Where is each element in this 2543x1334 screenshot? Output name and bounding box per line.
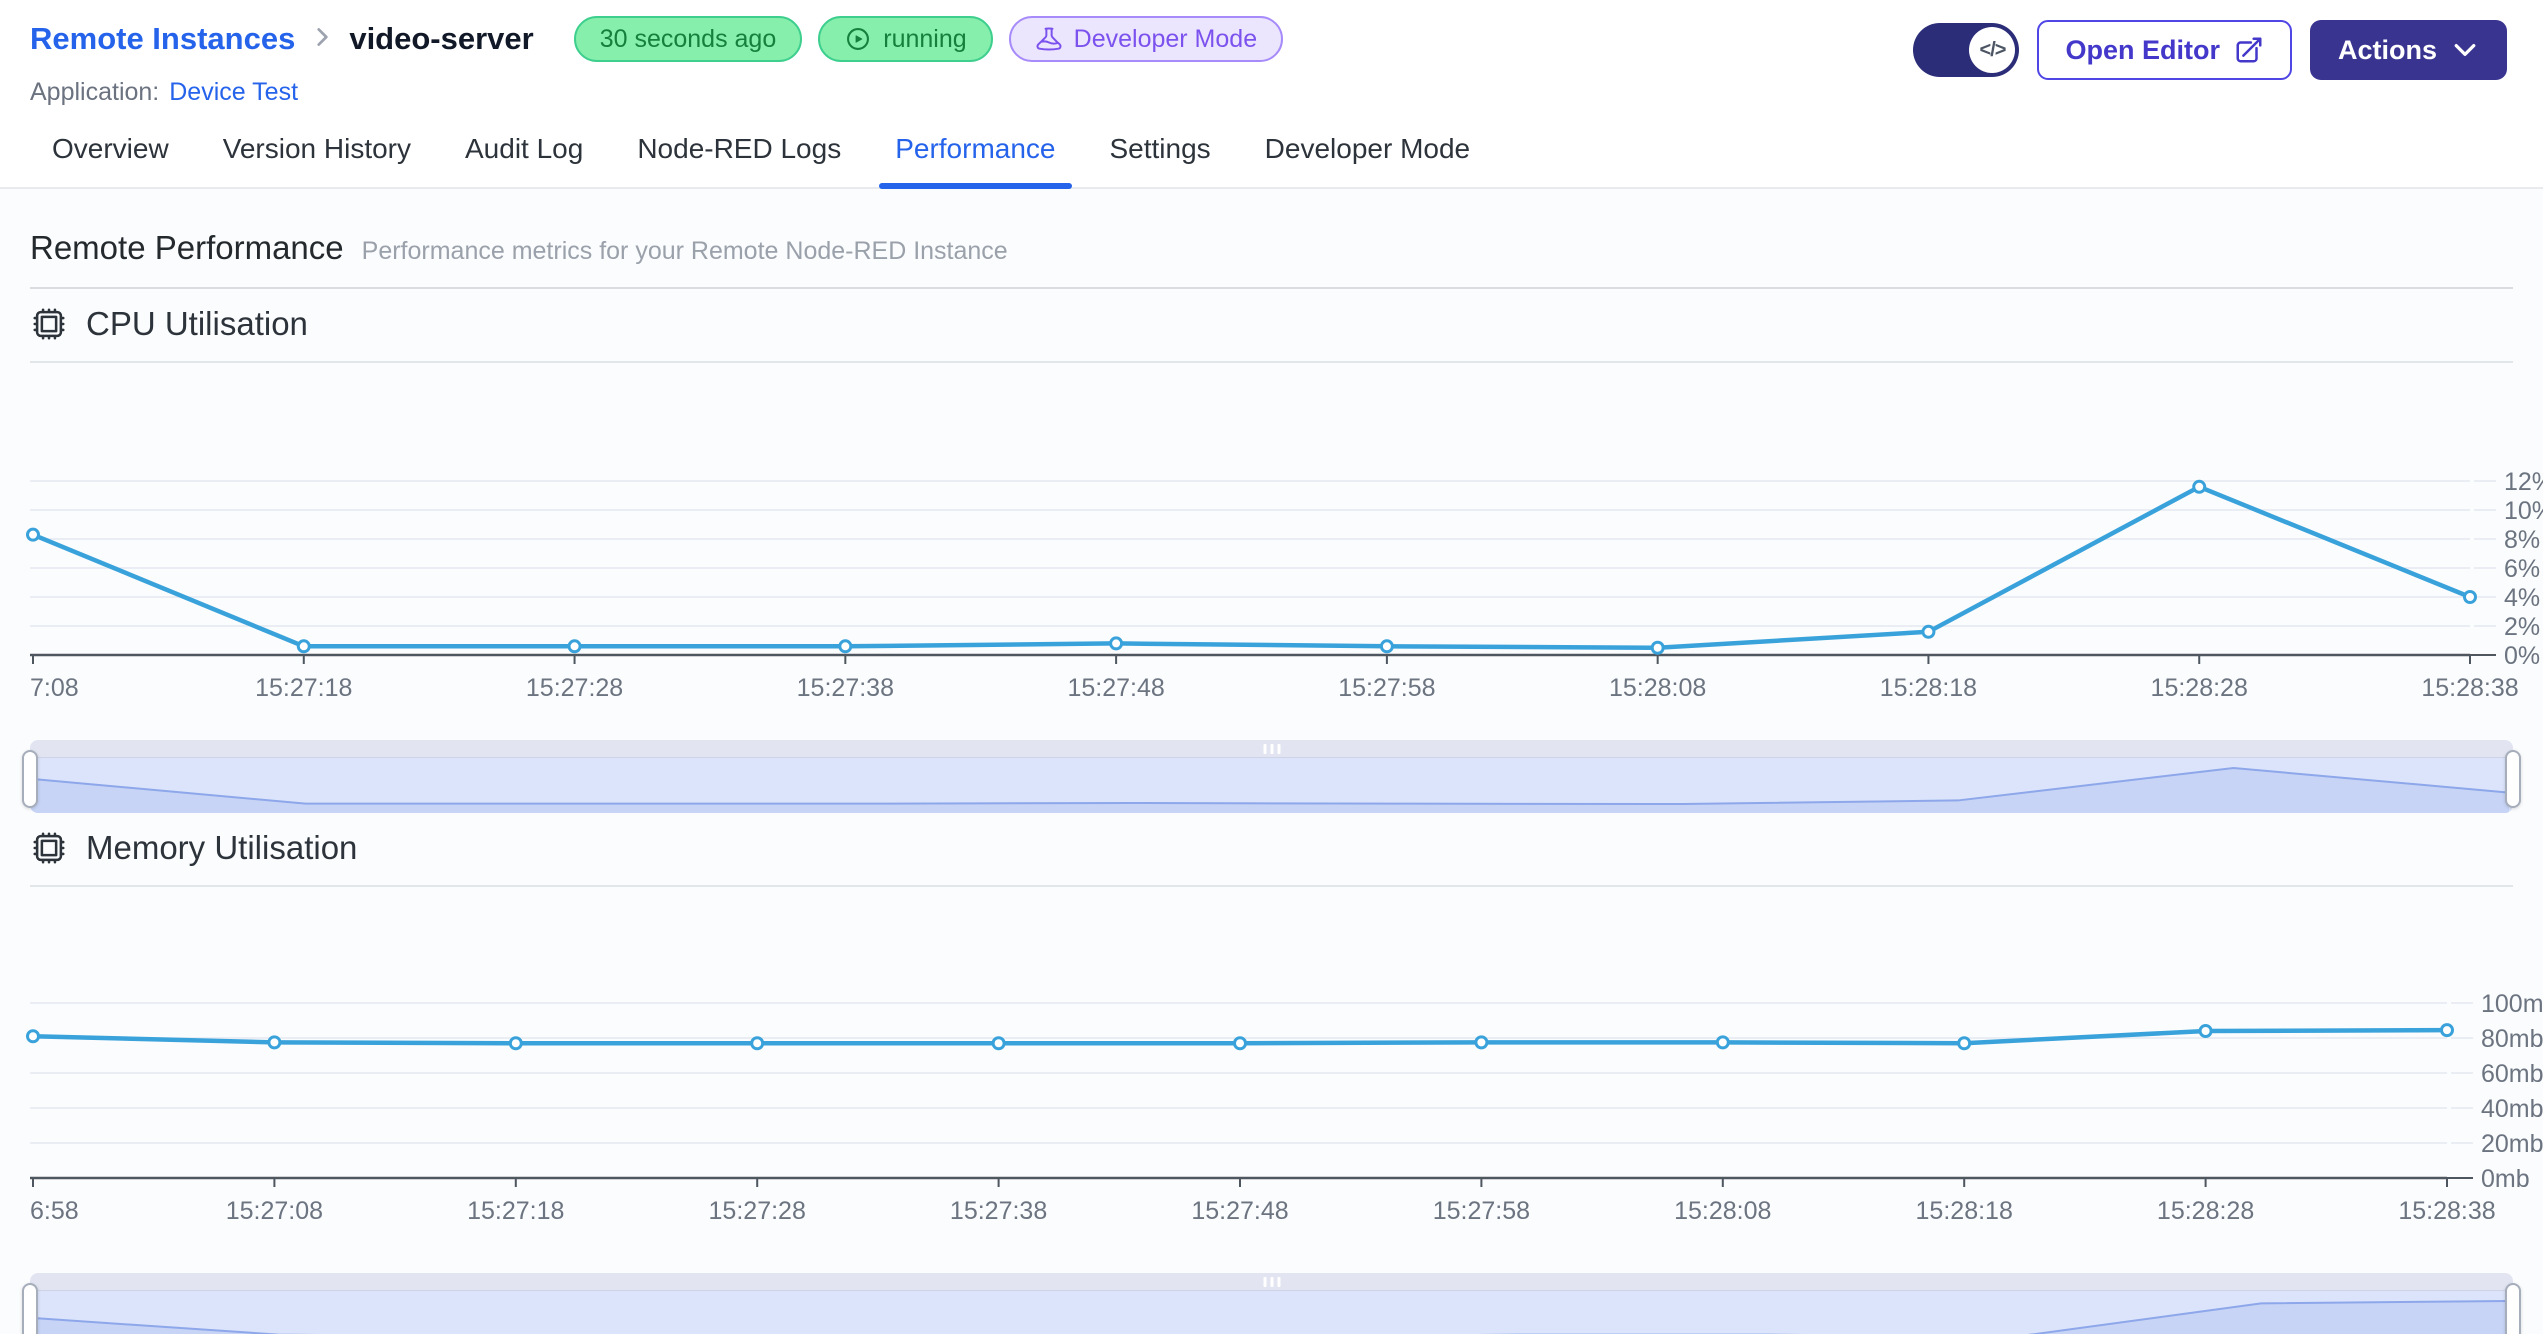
application-link[interactable]: Device Test [169, 78, 298, 107]
breadcrumb-link-remote-instances[interactable]: Remote Instances [30, 21, 295, 57]
memory-chart: 100mb 80mb 60mb 40mb 20mb 0mb 6:58 15:27:08 15:2… [26, 990, 2543, 1225]
cpu-section-title: CPU Utilisation [86, 305, 308, 342]
memory-brush-drag-bar[interactable] [30, 1273, 2513, 1291]
cpu-chip-icon [33, 308, 65, 340]
svg-text:15:27:18: 15:27:18 [467, 1197, 564, 1225]
page-header: Remote Instances video-server 30 seconds… [0, 0, 2543, 107]
svg-text:15:28:38: 15:28:38 [2398, 1197, 2495, 1225]
cpu-chip-icon [33, 832, 65, 864]
cpu-brush-left-handle[interactable] [22, 750, 38, 808]
cpu-brush-drag-bar[interactable] [30, 740, 2513, 758]
open-editor-label: Open Editor [2065, 34, 2220, 65]
memory-brush-left-handle[interactable] [22, 1283, 38, 1334]
tab-performance[interactable]: Performance [879, 117, 1072, 189]
cpu-brush-right-handle[interactable] [2505, 750, 2521, 808]
svg-text:15:27:08: 15:27:08 [226, 1197, 323, 1225]
svg-text:6%: 6% [2504, 555, 2540, 583]
memory-section-title: Memory Utilisation [86, 829, 358, 866]
svg-text:15:28:08: 15:28:08 [1609, 674, 1706, 702]
cpu-section-header: CPU Utilisation [30, 301, 2513, 347]
cpu-brush-minimap [30, 758, 2513, 813]
svg-text:15:27:58: 15:27:58 [1338, 674, 1435, 702]
header-left: Remote Instances video-server 30 seconds… [30, 16, 1284, 107]
chevron-right-icon [309, 24, 335, 55]
svg-text:15:28:38: 15:28:38 [2421, 674, 2518, 702]
performance-panel: Remote Performance Performance metrics f… [0, 189, 2543, 1334]
svg-text:15:27:28: 15:27:28 [709, 1197, 806, 1225]
svg-text:15:27:48: 15:27:48 [1067, 674, 1164, 702]
developer-mode-badge: Developer Mode [1008, 16, 1284, 62]
svg-text:15:27:18: 15:27:18 [255, 674, 352, 702]
memory-brush-track [30, 1273, 2513, 1334]
code-icon: </> [1969, 27, 2016, 73]
svg-text:15:28:18: 15:28:18 [1916, 1197, 2013, 1225]
svg-text:0%: 0% [2504, 642, 2540, 670]
running-badge-label: running [883, 24, 967, 53]
tab-overview[interactable]: Overview [52, 117, 169, 187]
memory-section-header: Memory Utilisation [30, 825, 2513, 871]
breadcrumb: Remote Instances video-server 30 seconds… [30, 16, 1284, 62]
panel-header: Remote Performance Performance metrics f… [30, 229, 2513, 267]
svg-text:40mb: 40mb [2481, 1095, 2543, 1123]
application-label: Application: [30, 78, 160, 106]
svg-text:10%: 10% [2504, 497, 2543, 525]
svg-text:15:27:38: 15:27:38 [950, 1197, 1047, 1225]
svg-text:20mb: 20mb [2481, 1130, 2543, 1158]
grip-icon[interactable] [1263, 744, 1280, 754]
tab-settings[interactable]: Settings [1110, 117, 1211, 187]
status-badges: 30 seconds ago running Developer Mode [573, 16, 1284, 62]
svg-text:15:27:38: 15:27:38 [797, 674, 894, 702]
memory-minimap-canvas [30, 1300, 2509, 1334]
last-seen-badge: 30 seconds ago [573, 16, 803, 62]
svg-text:100mb: 100mb [2481, 990, 2543, 1018]
memory-brush-right-handle[interactable] [2505, 1283, 2521, 1334]
memory-brush-minimap [30, 1291, 2513, 1334]
svg-text:15:27:28: 15:27:28 [526, 674, 623, 702]
cpu-range-selector[interactable] [22, 740, 2521, 813]
panel-title: Remote Performance [30, 229, 344, 266]
developer-mode-badge-label: Developer Mode [1073, 24, 1258, 53]
tab-audit-log[interactable]: Audit Log [465, 117, 583, 187]
cpu-chart: 12%10%8%6%4%2%0% 7:08 15:27:18 15:27:28 15:2… [26, 468, 2543, 702]
cpu-brush-track [30, 740, 2513, 813]
svg-text:15:27:58: 15:27:58 [1433, 1197, 1530, 1225]
svg-text:15:28:18: 15:28:18 [1880, 674, 1977, 702]
svg-text:15:27:48: 15:27:48 [1191, 1197, 1288, 1225]
external-link-icon [2236, 37, 2262, 63]
svg-text:60mb: 60mb [2481, 1060, 2543, 1088]
memory-section: Memory Utilisation 100mb 80mb 60mb 40mb 20mb… [22, 825, 2543, 1334]
svg-text:80mb: 80mb [2481, 1025, 2543, 1053]
svg-text:7:08: 7:08 [30, 674, 79, 702]
panel-subtitle: Performance metrics for your Remote Node… [361, 237, 1008, 265]
cpu-section: CPU Utilisation 12%10%8%6%4%2%0% 7:08 15:2… [22, 301, 2543, 813]
svg-text:15:28:28: 15:28:28 [2151, 674, 2248, 702]
header-controls: </> Open Editor Actions [1913, 20, 2507, 80]
running-badge: running [818, 16, 993, 62]
actions-label: Actions [2337, 34, 2437, 65]
actions-button[interactable]: Actions [2309, 20, 2507, 80]
svg-text:6:58: 6:58 [30, 1197, 79, 1225]
application-row: Application: Device Test [30, 78, 1283, 107]
svg-text:15:28:08: 15:28:08 [1674, 1197, 1771, 1225]
beaker-icon [1036, 27, 1062, 51]
cpu-minimap-canvas [30, 766, 2509, 813]
play-circle-icon [847, 28, 870, 50]
tab-node-red-logs[interactable]: Node-RED Logs [637, 117, 841, 187]
svg-text:4%: 4% [2504, 584, 2540, 612]
instance-name: video-server [349, 21, 534, 56]
memory-range-selector[interactable] [22, 1273, 2521, 1334]
tab-bar: Overview Version History Audit Log Node-… [0, 117, 2543, 189]
divider [30, 287, 2513, 289]
grip-icon[interactable] [1263, 1277, 1280, 1287]
svg-text:12%: 12% [2504, 468, 2543, 496]
open-editor-button[interactable]: Open Editor [2037, 20, 2292, 80]
chevron-down-icon [2454, 43, 2476, 57]
tab-version-history[interactable]: Version History [223, 117, 411, 187]
svg-text:15:28:28: 15:28:28 [2157, 1197, 2254, 1225]
svg-text:8%: 8% [2504, 526, 2540, 554]
svg-text:2%: 2% [2504, 613, 2540, 641]
developer-mode-toggle[interactable]: </> [1913, 23, 2020, 77]
tab-developer-mode[interactable]: Developer Mode [1265, 117, 1470, 187]
svg-text:0mb: 0mb [2481, 1165, 2530, 1193]
